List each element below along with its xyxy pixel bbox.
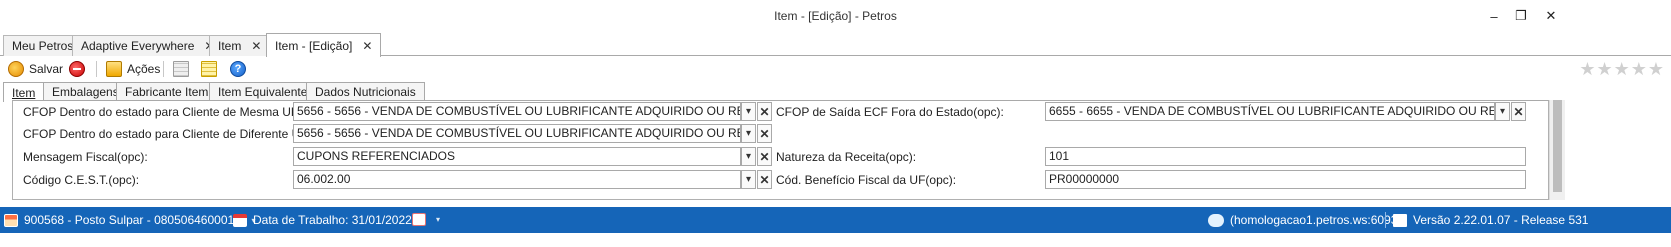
doc-tab-label: Item [218,39,242,53]
toolbar-separator [163,61,164,77]
doc-tab-adaptive-everywhere[interactable]: Adaptive Everywhere ✕ [72,35,224,56]
scrollbar-thumb[interactable] [1553,100,1562,192]
version-status: Versão 2.22.01.07 - Release 531 [1393,213,1588,227]
cfop-mesma-uf-label: CFOP Dentro do estado para Cliente de Me… [23,105,329,119]
cfop-diferente-uf-select[interactable]: 5656 - 5656 - VENDA DE COMBUSTÍVEL OU LU… [293,124,741,143]
server-text: (homologacao1.petros.ws:6093) [1230,213,1402,227]
vertical-scrollbar[interactable] [1549,100,1565,200]
doc-tab-label: Adaptive Everywhere [81,39,195,53]
cfop-diferente-uf-label: CFOP Dentro do estado para Cliente de Di… [23,127,339,141]
tab-fabricante-item[interactable]: Fabricante Item [116,82,218,101]
toolbar: Salvar Ações ? ★★★★★ [0,56,1671,83]
bottom-strip [0,233,1671,247]
minimize-button[interactable]: – [1483,6,1505,26]
work-date-text: Data de Trabalho: 31/01/2022 [253,213,412,227]
chevron-down-icon[interactable]: ▾ [1495,102,1510,121]
version-icon [1393,213,1407,227]
tab-embalagens[interactable]: Embalagens [43,82,128,101]
grid-icon [173,61,189,77]
tab-item[interactable]: Item [3,82,45,102]
save-label: Salvar [29,62,64,76]
cest-select[interactable]: 06.002.00 [293,170,741,189]
tab-label: Item Equivalente [218,85,308,99]
tab-item-equivalente[interactable]: Item Equivalente [209,82,317,101]
chevron-down-icon[interactable]: ▾ [741,170,756,189]
title-bar: Item - [Edição] - Petros – ❐ ✕ [0,0,1671,32]
tab-label: Embalagens [52,85,119,99]
clear-icon[interactable]: ✕ [757,124,772,143]
doc-tab-meu-petros[interactable]: Meu Petros [3,35,83,56]
cfop-saida-ecf-label: CFOP de Saída ECF Fora do Estado(opc): [776,105,1004,119]
flag-status[interactable]: ▾ [412,213,440,226]
toolbar-separator [96,61,97,77]
close-window-button[interactable]: ✕ [1540,6,1562,26]
window-title: Item - [Edição] - Petros [774,9,897,23]
tab-label: Fabricante Item [125,85,209,99]
clear-icon[interactable]: ✕ [1511,102,1526,121]
save-icon [8,61,24,77]
notes-icon [201,61,217,77]
cfop-mesma-uf-select[interactable]: 5656 - 5656 - VENDA DE COMBUSTÍVEL OU LU… [293,102,741,121]
calendar-icon [233,213,247,227]
cest-label: Código C.E.S.T.(opc): [23,173,140,187]
chevron-down-icon[interactable]: ▾ [741,102,756,121]
mensagem-fiscal-label: Mensagem Fiscal(opc): [23,150,148,164]
beneficio-fiscal-label: Cód. Benefício Fiscal da UF(opc): [776,173,957,187]
cancel-button[interactable] [69,59,90,79]
actions-label: Ações [127,62,161,76]
grid-button[interactable] [173,59,194,79]
status-bar: 900568 - Posto Sulpar - 08050646000195 ▾… [0,207,1671,233]
cfop-saida-ecf-select[interactable]: 6655 - 6655 - VENDA DE COMBUSTÍVEL OU LU… [1045,102,1495,121]
company-text: 900568 - Posto Sulpar - 08050646000195 [24,213,248,227]
status-divider [1385,212,1386,228]
help-icon: ? [230,61,246,77]
chevron-down-icon[interactable]: ▾ [741,124,756,143]
cancel-icon [69,61,85,77]
doc-tab-label: Meu Petros [12,39,74,53]
restore-button[interactable]: ❐ [1510,6,1532,26]
tab-dados-nutricionais[interactable]: Dados Nutricionais [306,82,425,101]
mensagem-fiscal-select[interactable]: CUPONS REFERENCIADOS [293,147,741,166]
chevron-down-icon[interactable]: ▾ [741,147,756,166]
cloud-icon [1208,213,1224,227]
item-tabs: Item Embalagens Fabricante Item Item Equ… [0,82,1560,102]
notes-button[interactable] [201,59,222,79]
company-status[interactable]: 900568 - Posto Sulpar - 08050646000195 ▾ [4,213,256,227]
close-icon[interactable]: ✕ [251,39,261,53]
doc-tab-item-edicao[interactable]: Item - [Edição] ✕ [266,33,382,57]
doc-tab-label: Item - [Edição] [275,38,353,53]
close-icon[interactable]: ✕ [362,39,372,53]
chevron-down-icon: ▾ [436,215,441,224]
natureza-receita-label: Natureza da Receita(opc): [776,150,917,164]
server-status: (homologacao1.petros.ws:6093) [1208,213,1401,227]
doc-tab-item[interactable]: Item ✕ [209,35,271,56]
work-date-status[interactable]: Data de Trabalho: 31/01/2022 ▾ [233,213,420,227]
clear-icon[interactable]: ✕ [757,170,772,189]
actions-icon [106,61,122,77]
rating-stars[interactable]: ★★★★★ [1579,59,1665,80]
clear-icon[interactable]: ✕ [757,102,772,121]
store-icon [4,213,18,227]
flag-icon [412,213,426,226]
clear-icon[interactable]: ✕ [757,147,772,166]
tab-label: Dados Nutricionais [315,85,416,99]
tab-label: Item [12,85,36,100]
help-button[interactable]: ? [230,59,251,79]
save-button[interactable]: Salvar [8,59,63,79]
natureza-receita-input[interactable]: 101 [1045,147,1526,166]
beneficio-fiscal-input[interactable]: PR00000000 [1045,170,1526,189]
document-tabs: Meu Petros Adaptive Everywhere ✕ Item ✕ … [0,33,1671,57]
version-text: Versão 2.22.01.07 - Release 531 [1413,213,1589,227]
actions-button[interactable]: Ações [106,59,160,79]
